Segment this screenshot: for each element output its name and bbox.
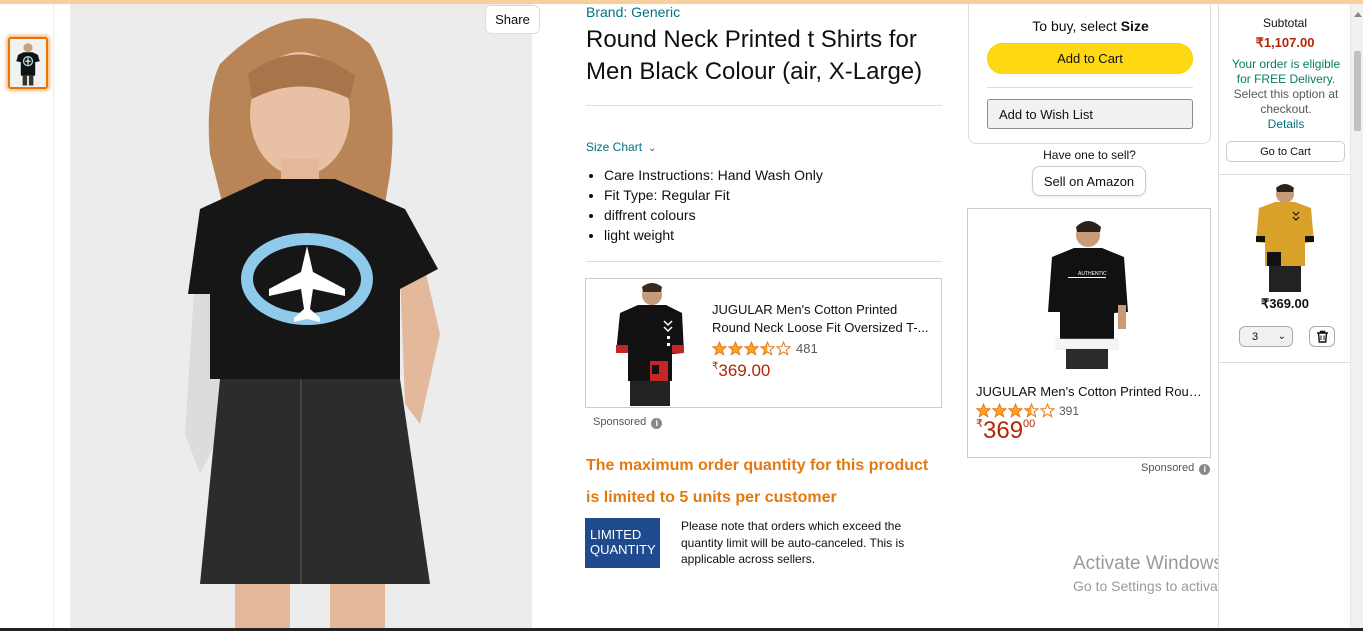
cart-side-panel: Subtotal ₹1,107.00 Your order is eligibl… xyxy=(1218,4,1351,628)
price-fraction: 00 xyxy=(1023,418,1036,430)
star-rating-icon xyxy=(976,403,1055,418)
star-icon xyxy=(760,341,775,356)
limited-quantity-badge: LIMITED QUANTITY xyxy=(585,518,660,568)
sponsored-text: Sponsored xyxy=(1141,462,1195,474)
vertical-scrollbar[interactable] xyxy=(1350,4,1363,628)
sponsored-label[interactable]: Sponsored i xyxy=(1141,462,1211,475)
buy-box: To buy, select Size Add to Cart Add to W… xyxy=(968,4,1211,144)
subtotal-label: Subtotal xyxy=(1262,16,1308,30)
chevron-down-icon: ⌄ xyxy=(648,143,657,154)
quantity-value: 3 xyxy=(1252,330,1259,343)
chevron-down-icon: ⌄ xyxy=(1277,331,1286,342)
select-size-prompt: To buy, select Size xyxy=(969,18,1212,34)
delete-item-button[interactable] xyxy=(1309,326,1335,347)
review-count: 481 xyxy=(796,341,818,356)
divider xyxy=(987,87,1193,88)
sponsored-product-price: ₹36900 xyxy=(976,417,1035,445)
quantity-select[interactable]: 3 ⌄ xyxy=(1239,326,1293,347)
main-product-image[interactable] xyxy=(70,4,532,628)
product-title: Round Neck Printed t Shirts for Men Blac… xyxy=(586,26,923,85)
sponsored-product-image: AUTHENTIC xyxy=(1044,217,1132,369)
prompt-text: To buy, select xyxy=(1032,18,1117,34)
prompt-bold: Size xyxy=(1120,18,1149,34)
size-chart-link[interactable]: Size Chart ⌄ xyxy=(586,140,656,154)
size-chart-label: Size Chart xyxy=(586,140,643,154)
divider xyxy=(1219,174,1351,175)
cart-item-image[interactable] xyxy=(1253,182,1317,292)
star-icon xyxy=(1040,403,1055,418)
image-thumbnail-rail xyxy=(0,4,54,628)
sponsored-product-card[interactable]: JUGULAR Men's Cotton Printed Round Neck … xyxy=(585,278,942,408)
info-icon: i xyxy=(1199,464,1211,475)
thumbnail-image[interactable] xyxy=(8,37,48,89)
divider xyxy=(586,105,942,106)
share-button[interactable]: Share xyxy=(485,5,540,34)
feature-bullet: diffrent colours xyxy=(604,205,934,225)
quantity-limit-note: Please note that orders which exceed the… xyxy=(681,519,905,566)
divider xyxy=(586,261,942,262)
feature-bullet: Care Instructions: Hand Wash Only xyxy=(604,165,934,185)
sponsored-product-card[interactable]: AUTHENTIC JUGULAR Men's Cotton Printed R… xyxy=(967,208,1211,458)
product-details: Brand: Generic Round Neck Printed t Shir… xyxy=(586,4,942,88)
star-icon xyxy=(976,403,991,418)
review-count: 391 xyxy=(1059,403,1080,418)
sponsored-text: Sponsored xyxy=(593,416,647,428)
free-delivery-green: Your order is eligible for FREE Delivery… xyxy=(1231,57,1341,86)
free-delivery-message: Your order is eligible for FREE Delivery… xyxy=(1227,57,1345,132)
subtotal-price: ₹1,107.00 xyxy=(1255,35,1315,50)
info-icon: i xyxy=(651,418,663,429)
free-delivery-rest: Select this option at checkout. xyxy=(1233,87,1339,116)
sponsored-product-title[interactable]: JUGULAR Men's Cotton Printed Round Neck … xyxy=(976,384,1204,400)
star-rating-icon xyxy=(712,341,791,356)
details-link[interactable]: Details xyxy=(1227,117,1345,132)
price-value: 369.00 xyxy=(718,361,771,380)
go-to-cart-button[interactable]: Go to Cart xyxy=(1226,141,1345,162)
feature-bullet: light weight xyxy=(604,225,934,245)
star-icon xyxy=(776,341,791,356)
badge-line: QUANTITY xyxy=(590,542,656,557)
star-icon xyxy=(1008,403,1023,418)
title-line: Round Neck Loose Fit Oversized T-... xyxy=(712,320,929,335)
title-line: JUGULAR Men's Cotton Printed xyxy=(712,302,898,317)
feature-bullets: Care Instructions: Hand Wash Only Fit Ty… xyxy=(604,165,934,245)
sponsored-product-image xyxy=(612,281,686,406)
sponsored-product-price: ₹369.00 xyxy=(712,361,770,381)
rating[interactable]: 481 xyxy=(712,341,818,356)
cart-item-price: ₹369.00 xyxy=(1260,296,1310,311)
scroll-up-arrow-icon[interactable] xyxy=(1354,12,1362,17)
badge-line: LIMITED xyxy=(590,527,642,542)
feature-bullet: Fit Type: Regular Fit xyxy=(604,185,934,205)
divider xyxy=(1219,362,1351,363)
add-to-cart-button[interactable]: Add to Cart xyxy=(987,43,1193,74)
star-icon xyxy=(712,341,727,356)
model-tshirt-picture xyxy=(70,4,532,628)
star-icon xyxy=(992,403,1007,418)
star-icon xyxy=(728,341,743,356)
sponsored-product-title[interactable]: JUGULAR Men's Cotton Printed Round Neck … xyxy=(712,301,934,337)
star-icon xyxy=(744,341,759,356)
trash-icon xyxy=(1316,330,1328,343)
add-to-wish-list-button[interactable]: Add to Wish List xyxy=(987,99,1193,129)
sponsored-label[interactable]: Sponsored i xyxy=(593,416,663,429)
svg-text:AUTHENTIC: AUTHENTIC xyxy=(1078,271,1107,277)
brand-link[interactable]: Brand: Generic xyxy=(586,4,942,20)
star-icon xyxy=(1024,403,1039,418)
max-quantity-message: The maximum order quantity for this prod… xyxy=(586,457,929,506)
scroll-thumb[interactable] xyxy=(1354,51,1361,131)
sell-on-amazon-button[interactable]: Sell on Amazon xyxy=(1032,166,1146,196)
rating[interactable]: 391 xyxy=(976,403,1079,418)
have-one-to-sell: Have one to sell? xyxy=(1043,148,1136,162)
currency-symbol: ₹ xyxy=(976,418,983,430)
thumbnail-tshirt-picture xyxy=(10,39,46,87)
price-whole: 369 xyxy=(983,417,1024,444)
